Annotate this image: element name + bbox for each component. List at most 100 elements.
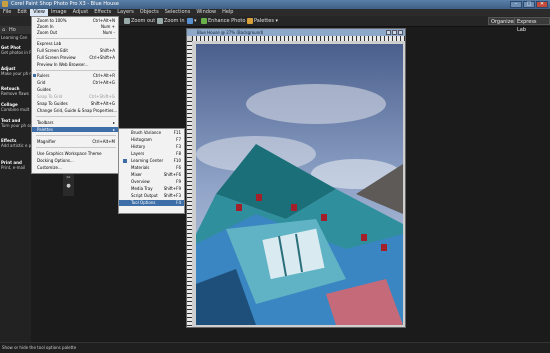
- submenu-item-label: Histogram: [131, 137, 152, 142]
- menu-item-shortcut: Ctrl+Alt+R: [92, 73, 115, 78]
- menu-item-shortcut: Shift+Alt+G: [90, 101, 115, 106]
- menu-item-label: Palettes: [37, 127, 53, 132]
- palettes-submenu: Brush Variance F11 Histogram F7 History F3 …: [118, 128, 185, 214]
- window-buttons: – □ ✕: [510, 1, 548, 8]
- submenu-item-tool-options[interactable]: Tool Options F4: [119, 200, 184, 206]
- learning-item-desc: Make your ph more sure: [1, 71, 31, 76]
- submenu-item-materials[interactable]: Materials F6: [119, 165, 184, 171]
- submenu-item-histogram[interactable]: Histogram F7: [119, 137, 184, 143]
- express-lab-button[interactable]: Express Lab: [514, 17, 550, 33]
- submenu-item-shortcut: F9: [176, 179, 181, 184]
- menu-item-zoom-in[interactable]: Zoom In Num +: [32, 24, 118, 29]
- menu-edit[interactable]: Edit: [14, 9, 30, 16]
- menu-item-graphics-theme[interactable]: Use Graphics Workspace Theme: [32, 151, 118, 156]
- menu-item-shortcut: Shift+A: [99, 48, 115, 53]
- submenu-item-label: Tool Options: [131, 200, 156, 205]
- view-options-button[interactable]: ▾: [187, 17, 197, 25]
- menu-item-palettes[interactable]: Palettes ▸: [32, 127, 118, 132]
- palettes-button[interactable]: Palettes ▾: [247, 17, 278, 25]
- menu-item-zoom-100[interactable]: Zoom to 100% Ctrl+Alt+N: [32, 18, 118, 23]
- menu-item-label: Rulers: [37, 73, 50, 78]
- image-window-title: Blue House @ 27% (Background): [197, 30, 264, 35]
- submenu-item-overview[interactable]: Overview F9: [119, 179, 184, 185]
- minimize-button[interactable]: –: [510, 1, 522, 8]
- menu-layers[interactable]: Layers: [114, 9, 137, 16]
- menu-item-magnifier[interactable]: Magnifier Ctrl+Alt+M: [32, 139, 118, 144]
- zoom-out-button[interactable]: Zoom out: [124, 17, 155, 25]
- menu-item-label: Magnifier: [37, 139, 56, 144]
- menu-window[interactable]: Window: [193, 9, 219, 16]
- submenu-item-label: Mixer: [131, 172, 142, 177]
- menu-item-label: Customize...: [37, 165, 62, 170]
- menu-selections[interactable]: Selections: [162, 9, 194, 16]
- maximize-button[interactable]: □: [523, 1, 535, 8]
- submenu-item-brush-variance[interactable]: Brush Variance F11: [119, 130, 184, 136]
- menu-item-express-lab[interactable]: Express Lab: [32, 41, 118, 46]
- submenu-item-media-tray[interactable]: Media Tray Shift+F9: [119, 186, 184, 192]
- submenu-item-shortcut: F3: [176, 144, 181, 149]
- submenu-item-label: Layers: [131, 151, 145, 156]
- image-maximize-button[interactable]: [392, 30, 397, 35]
- menu-item-label: Change Grid, Guide & Snap Properties...: [37, 108, 118, 113]
- submenu-item-learning-center[interactable]: Learning Center F10: [119, 158, 184, 164]
- menu-separator: [36, 147, 116, 148]
- menu-view[interactable]: View: [30, 9, 48, 16]
- photo-blue-house: [196, 44, 403, 325]
- menu-effects[interactable]: Effects: [91, 9, 114, 16]
- menu-help[interactable]: Help: [219, 9, 236, 16]
- menu-file[interactable]: File: [0, 9, 14, 16]
- learning-center-panel: ⌂ Ho Learning Cen Get Phot Get photos in…: [0, 26, 31, 342]
- status-bar: Show or hide the tool options palette: [0, 342, 550, 353]
- menu-item-shortcut: Num +: [100, 24, 115, 29]
- learning-item-desc: Combine mult: [1, 107, 30, 112]
- zoom-in-button[interactable]: Zoom in: [157, 17, 185, 25]
- submenu-item-label: Brush Variance: [131, 130, 162, 135]
- submenu-item-script-output[interactable]: Script Output Shift+F3: [119, 193, 184, 199]
- home-icon[interactable]: ⌂: [2, 27, 5, 33]
- menu-item-snap-guides[interactable]: Snap To Guides Shift+Alt+G: [32, 101, 118, 106]
- close-button[interactable]: ✕: [536, 1, 548, 8]
- submenu-item-shortcut: F6: [176, 165, 181, 170]
- app-icon: [2, 1, 8, 7]
- menu-item-label: Grid: [37, 80, 46, 85]
- menu-item-shortcut: Ctrl+Shift+A: [89, 55, 115, 60]
- menu-item-shortcut: Ctrl+Alt+M: [92, 139, 115, 144]
- enhance-photo-button[interactable]: Enhance Photo ▾: [201, 17, 250, 25]
- learning-center-label: Learning Cen: [1, 35, 28, 40]
- crop-tool-icon[interactable]: ✂: [65, 175, 72, 182]
- menu-item-guides[interactable]: Guides: [32, 87, 118, 92]
- view-options-icon: [187, 17, 193, 24]
- image-close-button[interactable]: [398, 30, 403, 35]
- image-minimize-button[interactable]: [386, 30, 391, 35]
- palettes-icon: [247, 17, 253, 24]
- image-window-titlebar: Blue House @ 27% (Background): [187, 29, 405, 36]
- menu-item-grid-properties[interactable]: Change Grid, Guide & Snap Properties...: [32, 108, 118, 113]
- menu-item-snap-grid[interactable]: Snap To Grid Ctrl+Shift+G: [32, 94, 118, 99]
- submenu-item-shortcut: Shift+F9: [163, 186, 181, 191]
- menu-item-shortcut: Ctrl+Alt+G: [92, 80, 115, 85]
- menu-item-preview-web[interactable]: Preview In Web Browser...: [32, 62, 118, 67]
- menu-item-full-screen-preview[interactable]: Full Screen Preview Ctrl+Shift+A: [32, 55, 118, 60]
- menu-item-grid[interactable]: Grid Ctrl+Alt+G: [32, 80, 118, 85]
- menu-item-customize[interactable]: Customize...: [32, 165, 118, 170]
- menu-separator: [36, 38, 116, 39]
- menu-objects[interactable]: Objects: [137, 9, 162, 16]
- submenu-item-label: Materials: [131, 165, 150, 170]
- menu-item-rulers[interactable]: Rulers Ctrl+Alt+R: [32, 73, 118, 78]
- submenu-item-shortcut: F4: [176, 200, 181, 205]
- menu-item-label: Zoom Out: [37, 30, 58, 35]
- menu-item-full-screen-edit[interactable]: Full Screen Edit Shift+A: [32, 48, 118, 53]
- photo-canvas[interactable]: [196, 44, 403, 325]
- submenu-item-history[interactable]: History F3: [119, 144, 184, 150]
- image-window: Blue House @ 27% (Background): [186, 28, 406, 328]
- menu-image[interactable]: Image: [48, 9, 70, 16]
- menu-item-toolbars[interactable]: Toolbars ▸: [32, 120, 118, 125]
- menu-item-docking-options[interactable]: Docking Options...: [32, 158, 118, 163]
- submenu-item-layers[interactable]: Layers F8: [119, 151, 184, 157]
- paint-tool-icon[interactable]: ●: [65, 183, 72, 190]
- zoom-out-label: Zoom out: [131, 18, 156, 24]
- submenu-item-mixer[interactable]: Mixer Shift+F6: [119, 172, 184, 178]
- menu-item-zoom-out[interactable]: Zoom Out Num -: [32, 30, 118, 35]
- menu-adjust[interactable]: Adjust: [70, 9, 92, 16]
- menu-item-shortcut: Ctrl+Alt+N: [92, 18, 115, 23]
